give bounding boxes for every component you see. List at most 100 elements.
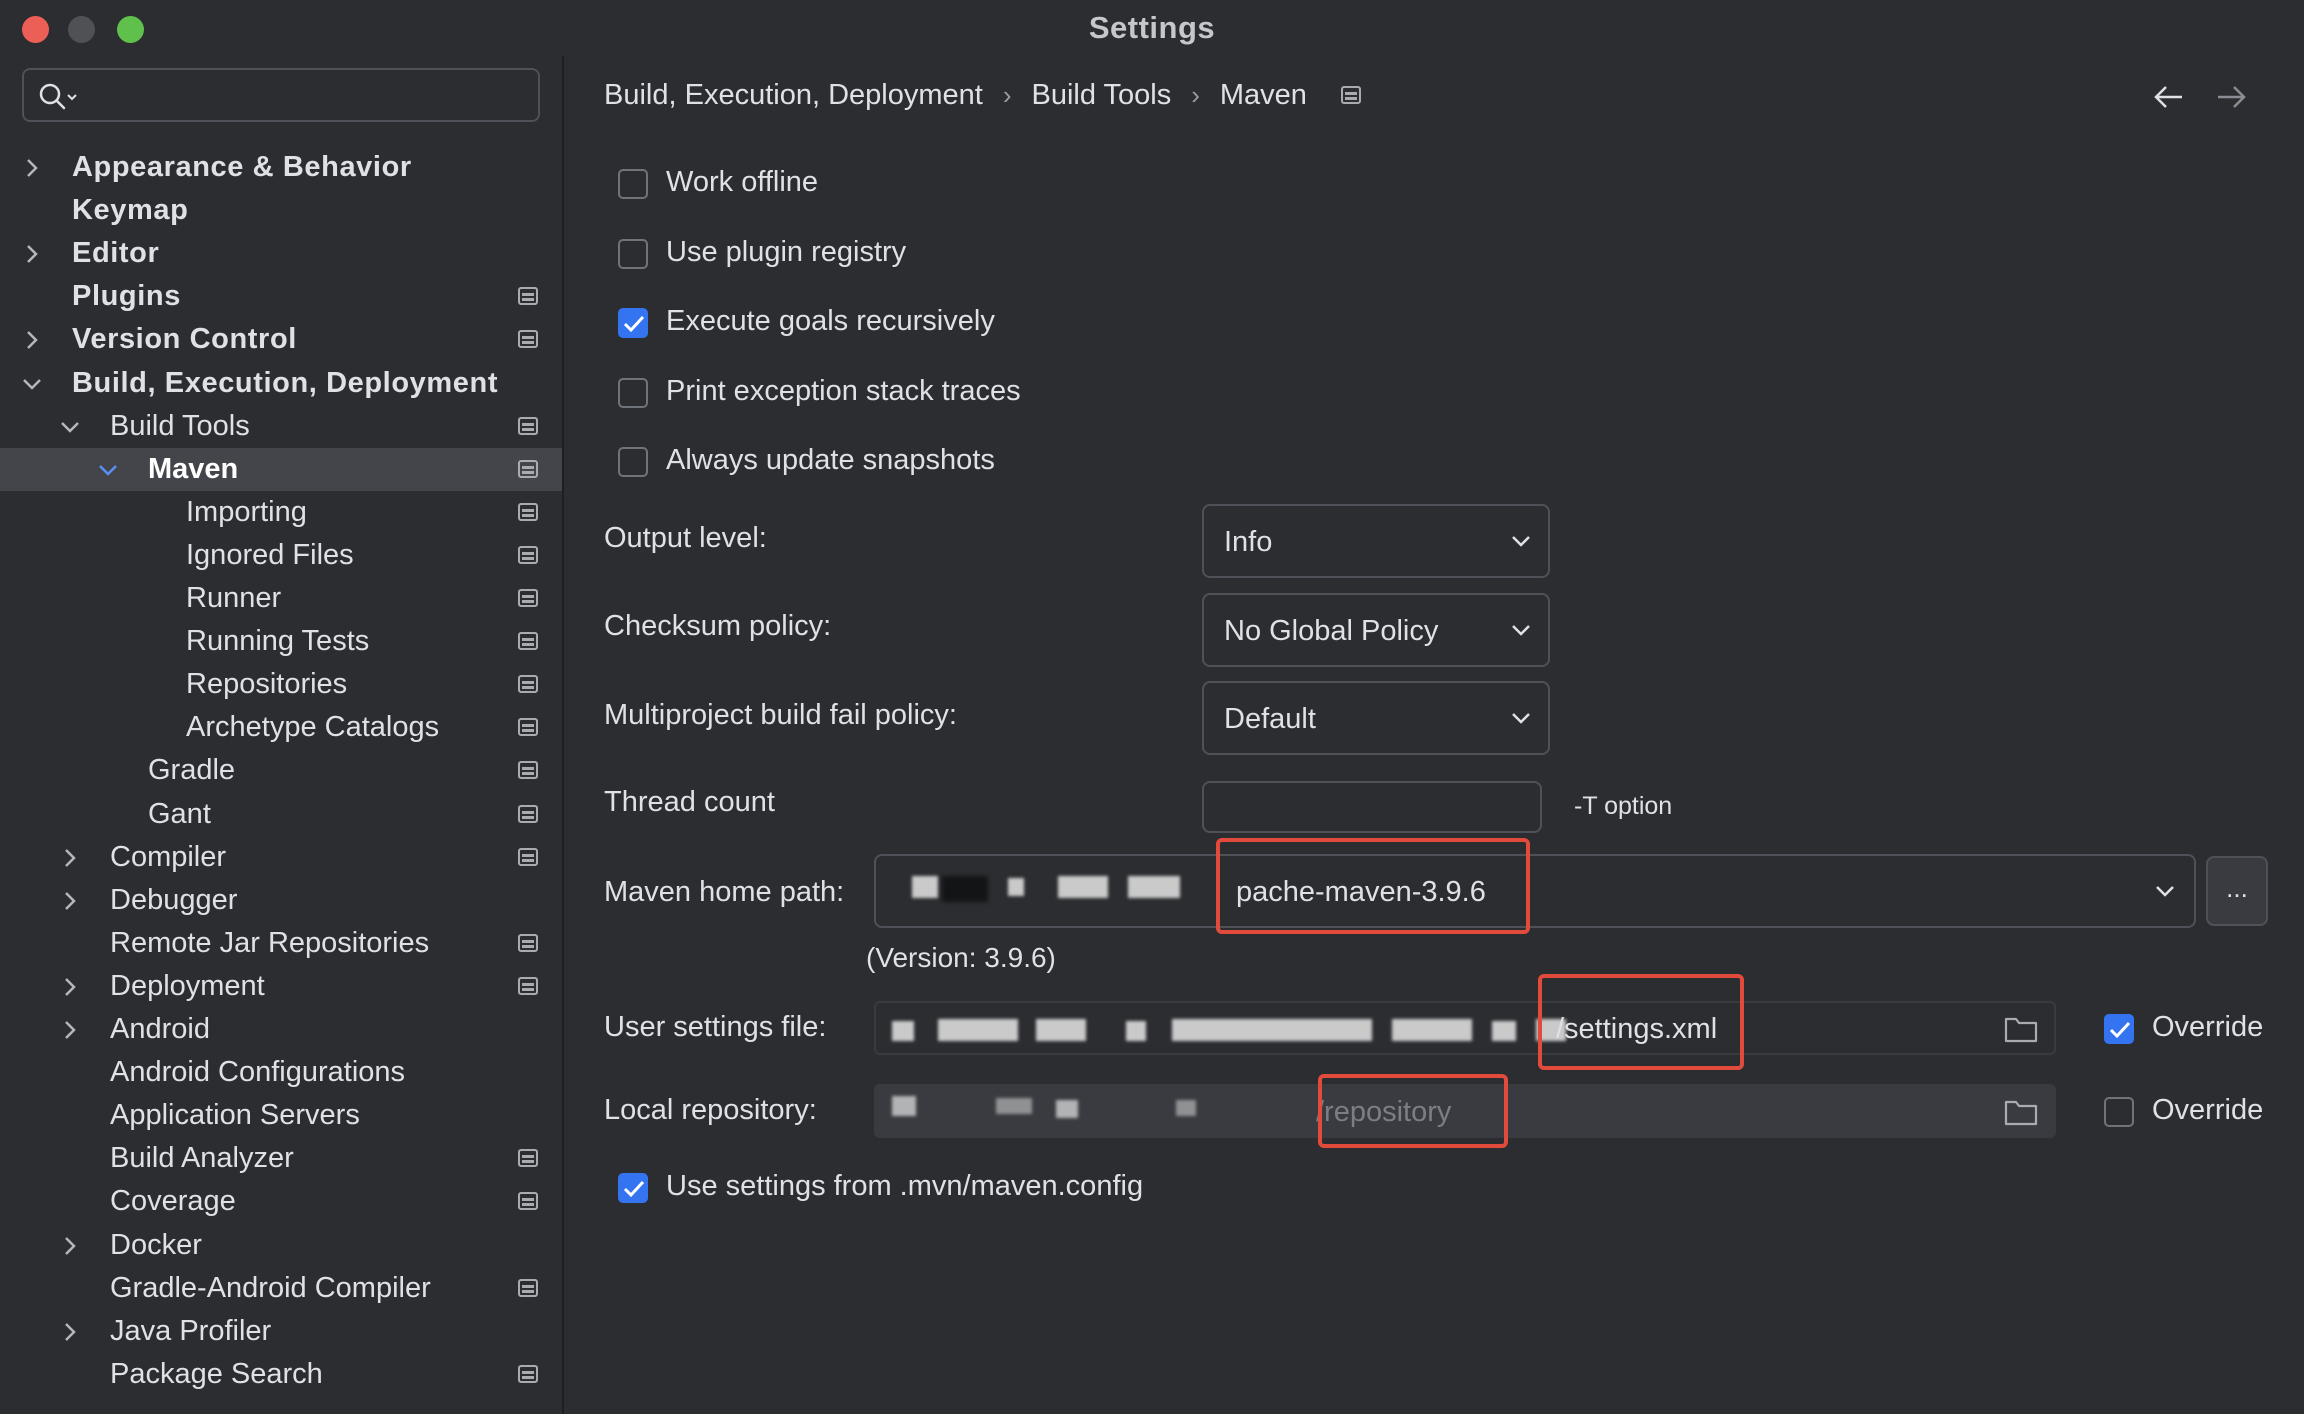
output-level-label: Output level: bbox=[604, 522, 767, 554]
sidebar-item-version-control[interactable]: Version Control bbox=[0, 318, 562, 361]
highlight-repository bbox=[1318, 1074, 1508, 1148]
checkmark-icon bbox=[2109, 1021, 2131, 1039]
checkmark-icon bbox=[623, 315, 645, 333]
mvn-config-checkbox[interactable] bbox=[618, 1173, 648, 1203]
chevron-right-icon[interactable] bbox=[20, 242, 44, 266]
chevron-right-icon[interactable] bbox=[58, 1018, 82, 1042]
sidebar-item-android[interactable]: Android bbox=[0, 1008, 562, 1051]
redacted-path bbox=[892, 1021, 914, 1041]
redacted-path bbox=[1172, 1019, 1372, 1041]
sidebar-item-gradle-android-compiler[interactable]: Gradle-Android Compiler bbox=[0, 1267, 562, 1310]
sidebar-item-coverage[interactable]: Coverage bbox=[0, 1180, 562, 1223]
thread-count-input[interactable] bbox=[1202, 781, 1542, 833]
chevron-down-icon[interactable] bbox=[58, 415, 82, 439]
maven-home-combobox[interactable]: pache-maven-3.9.6 bbox=[874, 854, 2196, 928]
plugin-registry-checkbox[interactable] bbox=[618, 239, 648, 269]
sidebar-item-label: Debugger bbox=[110, 883, 238, 916]
project-scope-icon bbox=[518, 416, 538, 435]
highlight-maven-home bbox=[1216, 838, 1530, 934]
redacted-path bbox=[1176, 1100, 1196, 1116]
search-icon bbox=[39, 83, 77, 110]
redacted-path bbox=[1056, 1100, 1078, 1118]
user-settings-override-checkbox[interactable] bbox=[2104, 1014, 2134, 1044]
output-level-dropdown[interactable]: Info bbox=[1202, 504, 1550, 578]
project-scope-icon bbox=[1340, 79, 1361, 112]
user-settings-override-label: Override bbox=[2152, 1011, 2264, 1043]
sidebar-item-appearance-behavior[interactable]: Appearance & Behavior bbox=[0, 146, 562, 189]
search-box[interactable] bbox=[22, 68, 540, 122]
local-repository-override-checkbox[interactable] bbox=[2104, 1097, 2134, 1127]
sidebar-item-debugger[interactable]: Debugger bbox=[0, 879, 562, 922]
checkmark-icon bbox=[623, 1180, 645, 1198]
search-input[interactable] bbox=[90, 78, 534, 116]
folder-icon[interactable] bbox=[2004, 1098, 2038, 1126]
sidebar-item-keymap[interactable]: Keymap bbox=[0, 189, 562, 232]
sidebar-item-deployment[interactable]: Deployment bbox=[0, 965, 562, 1008]
sidebar-item-label: Ignored Files bbox=[186, 538, 354, 571]
sidebar-item-build-execution-deployment[interactable]: Build, Execution, Deployment bbox=[0, 362, 562, 405]
user-settings-field[interactable]: /settings.xml bbox=[874, 1001, 2056, 1055]
sidebar-item-compiler[interactable]: Compiler bbox=[0, 836, 562, 879]
chevron-right-icon[interactable] bbox=[58, 1320, 82, 1344]
sidebar-item-label: Build, Execution, Deployment bbox=[72, 366, 499, 399]
sidebar-item-gant[interactable]: Gant bbox=[0, 793, 562, 836]
chevron-right-icon[interactable] bbox=[58, 846, 82, 870]
sidebar-item-importing[interactable]: Importing bbox=[0, 491, 562, 534]
sidebar-item-label: Gradle-Android Compiler bbox=[110, 1271, 431, 1304]
sidebar-item-running-tests[interactable]: Running Tests bbox=[0, 620, 562, 663]
browse-maven-home-button[interactable]: ... bbox=[2206, 856, 2268, 926]
sidebar-item-archetype-catalogs[interactable]: Archetype Catalogs bbox=[0, 706, 562, 749]
sidebar-item-label: Plugins bbox=[72, 280, 181, 313]
sidebar-item-editor[interactable]: Editor bbox=[0, 232, 562, 275]
plugin-registry-label: Use plugin registry bbox=[666, 236, 907, 268]
sidebar-item-build-tools[interactable]: Build Tools bbox=[0, 405, 562, 448]
checksum-policy-dropdown[interactable]: No Global Policy bbox=[1202, 593, 1550, 667]
print-stack-traces-checkbox[interactable] bbox=[618, 378, 648, 408]
breadcrumb-build-execution[interactable]: Build, Execution, Deployment bbox=[604, 79, 983, 112]
chevron-down-icon bbox=[2156, 886, 2174, 897]
sidebar-item-label: Repositories bbox=[186, 668, 348, 701]
sidebar-item-plugins[interactable]: Plugins bbox=[0, 275, 562, 318]
chevron-right-icon[interactable] bbox=[20, 328, 44, 352]
redacted-path bbox=[1008, 878, 1024, 896]
sidebar-item-package-search[interactable]: Package Search bbox=[0, 1353, 562, 1396]
fail-policy-dropdown[interactable]: Default bbox=[1202, 681, 1550, 755]
project-scope-icon bbox=[518, 1192, 538, 1211]
sidebar-item-gradle[interactable]: Gradle bbox=[0, 749, 562, 792]
local-repository-label: Local repository: bbox=[604, 1094, 817, 1126]
chevron-right-icon[interactable] bbox=[20, 156, 44, 180]
chevron-down-icon bbox=[1512, 713, 1530, 724]
project-scope-icon bbox=[518, 847, 538, 866]
update-snapshots-checkbox[interactable] bbox=[618, 447, 648, 477]
work-offline-checkbox[interactable] bbox=[618, 169, 648, 199]
thread-count-label: Thread count bbox=[604, 786, 775, 818]
sidebar-item-label: Importing bbox=[186, 495, 307, 528]
project-scope-icon bbox=[518, 330, 538, 349]
breadcrumb-build-tools[interactable]: Build Tools bbox=[1031, 79, 1171, 112]
chevron-right-icon[interactable] bbox=[58, 1234, 82, 1258]
project-scope-icon bbox=[518, 675, 538, 694]
chevron-right-icon[interactable] bbox=[58, 975, 82, 999]
sidebar-item-label: Coverage bbox=[110, 1185, 236, 1218]
sidebar-item-build-analyzer[interactable]: Build Analyzer bbox=[0, 1137, 562, 1180]
sidebar-item-repositories[interactable]: Repositories bbox=[0, 663, 562, 706]
sidebar-item-remote-jar-repositories[interactable]: Remote Jar Repositories bbox=[0, 922, 562, 965]
sidebar-item-label: Build Tools bbox=[110, 409, 250, 442]
redacted-path bbox=[912, 876, 938, 898]
sidebar-item-ignored-files[interactable]: Ignored Files bbox=[0, 534, 562, 577]
chevron-down-icon[interactable] bbox=[96, 458, 120, 482]
execute-recursively-checkbox[interactable] bbox=[618, 308, 648, 338]
project-scope-icon bbox=[518, 459, 538, 478]
folder-icon[interactable] bbox=[2004, 1015, 2038, 1043]
sidebar-item-android-configurations[interactable]: Android Configurations bbox=[0, 1051, 562, 1094]
forward-arrow-icon[interactable] bbox=[2214, 80, 2248, 114]
sidebar-item-runner[interactable]: Runner bbox=[0, 577, 562, 620]
chevron-down-icon[interactable] bbox=[20, 372, 44, 396]
redacted-path bbox=[1036, 1019, 1086, 1041]
sidebar-item-application-servers[interactable]: Application Servers bbox=[0, 1094, 562, 1137]
back-arrow-icon[interactable] bbox=[2152, 80, 2186, 114]
sidebar-item-java-profiler[interactable]: Java Profiler bbox=[0, 1310, 562, 1353]
sidebar-item-maven[interactable]: Maven bbox=[0, 447, 562, 491]
sidebar-item-docker[interactable]: Docker bbox=[0, 1224, 562, 1267]
chevron-right-icon[interactable] bbox=[58, 889, 82, 913]
